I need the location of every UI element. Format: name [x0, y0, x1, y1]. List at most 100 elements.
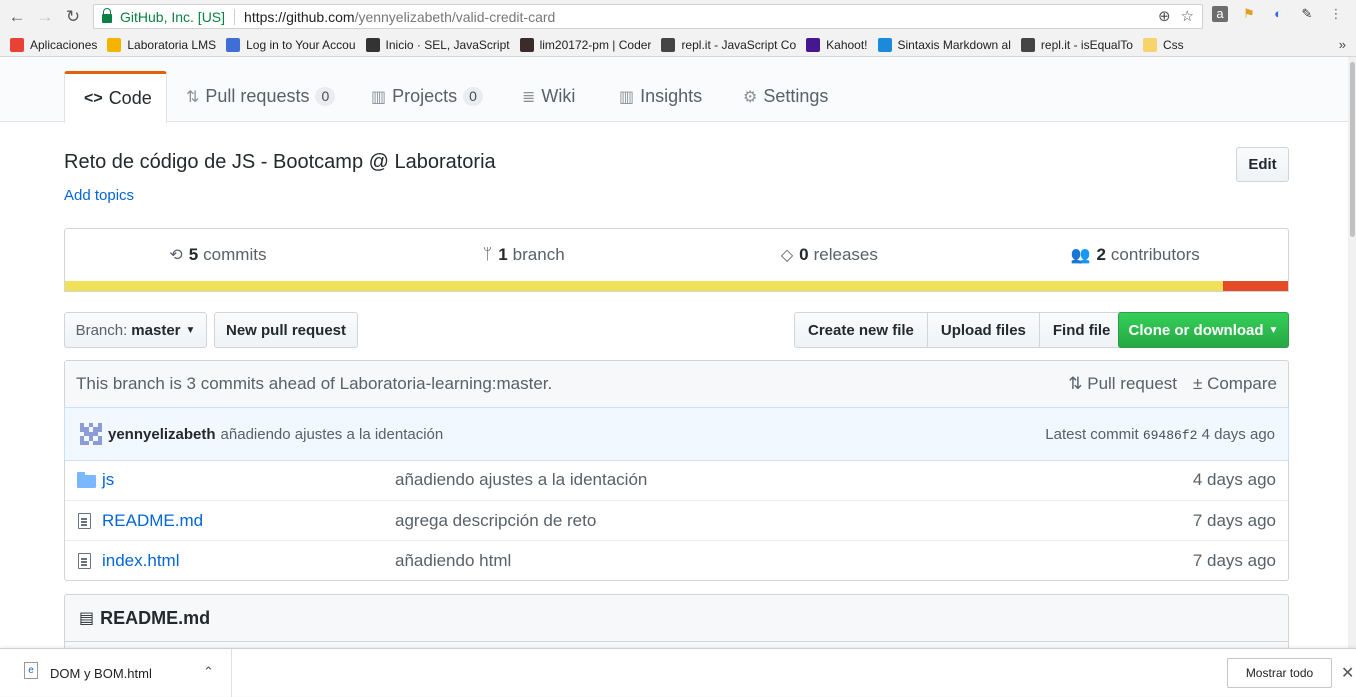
language-segment[interactable] [1223, 281, 1288, 291]
create-new-file-button[interactable]: Create new file [795, 313, 927, 347]
bookmark-item[interactable]: Log in to Your Accou [226, 37, 356, 52]
url-path: /yennyelizabeth/valid-credit-card [354, 8, 556, 25]
bookmark-label: Log in to Your Accou [246, 37, 356, 52]
compare-link[interactable]: ± Compare [1193, 374, 1277, 394]
forward-icon[interactable]: → [34, 6, 56, 28]
bookmark-item[interactable]: repl.it - JavaScript Co [661, 37, 797, 52]
favicon-icon [107, 37, 122, 52]
tab-projects[interactable]: ▥ Projects 0 [352, 71, 502, 122]
clone-or-download-button[interactable]: Clone or download ▼ [1118, 312, 1289, 348]
bookmark-item[interactable]: Laboratoria LMS [107, 37, 217, 52]
address-bar[interactable]: GitHub, Inc. [US] https://github.com/yen… [93, 4, 1203, 29]
latest-commit-info: Latest commit 69486f2 4 days ago [1045, 426, 1275, 443]
favicon-icon [1142, 37, 1157, 52]
scrollbar-thumb[interactable] [1350, 62, 1355, 237]
find-file-button[interactable]: Find file [1038, 313, 1124, 347]
tab-settings[interactable]: ⚙ Settings [724, 71, 847, 122]
caret-down-icon: ▼ [185, 324, 196, 336]
tab-pull-requests[interactable]: ⇅ Pull requests 0 [167, 71, 354, 122]
close-icon[interactable]: ✕ [1341, 663, 1354, 683]
tab-wiki-label: Wiki [541, 86, 576, 106]
branch-status-bar: This branch is 3 commits ahead of Labora… [64, 360, 1289, 408]
zoom-icon[interactable]: ⊕ [1158, 7, 1171, 25]
commit-message[interactable]: añadiendo ajustes a la identación [221, 426, 444, 443]
back-icon[interactable]: ← [6, 6, 28, 28]
clone-label: Clone or download [1128, 321, 1264, 339]
avatar[interactable] [80, 423, 102, 445]
bookmark-item[interactable]: repl.it - isEqualTo [1020, 37, 1133, 52]
file-name[interactable]: index.html [102, 551, 179, 571]
tab-insights[interactable]: ▥ Insights [600, 71, 721, 122]
tab-code-label: Code [108, 88, 152, 108]
pull-request-icon: ⇅ [186, 88, 200, 106]
commit-sha[interactable]: 69486f2 [1143, 428, 1198, 443]
favicon-icon [661, 37, 676, 52]
file-commit-message[interactable]: añadiendo html [395, 551, 511, 571]
show-all-button[interactable]: Mostrar todo [1227, 658, 1332, 688]
commits-link[interactable]: ⟲ 5 commits [65, 229, 371, 281]
language-segment[interactable] [65, 281, 1224, 291]
file-name[interactable]: js [102, 470, 114, 490]
html-file-icon: e [24, 661, 38, 679]
file-icon [78, 553, 91, 569]
bookmark-item[interactable]: Css [1142, 37, 1184, 52]
extension-swirl-icon[interactable]: ◐ [1270, 6, 1286, 22]
contributors-count: 2 [1096, 245, 1106, 264]
pull-requests-count: 0 [315, 87, 336, 106]
file-name[interactable]: README.md [102, 511, 203, 531]
bookmark-item[interactable]: Aplicaciones [10, 37, 97, 52]
extensions: a ⚑ ◐ ✎ ⋮ [1212, 6, 1344, 22]
add-topics-link[interactable]: Add topics [64, 187, 134, 204]
tab-wiki[interactable]: ≣ Wiki [503, 71, 594, 122]
menu-icon[interactable]: ⋮ [1328, 6, 1344, 22]
edit-button[interactable]: Edit [1236, 147, 1289, 182]
chevron-up-icon[interactable]: ⌃ [203, 664, 214, 680]
contributors-link[interactable]: 👥 2 contributors [982, 229, 1288, 281]
browser-toolbar: ← → ↻ GitHub, Inc. [US] https://github.c… [0, 0, 1356, 33]
extension-flag-icon[interactable]: ⚑ [1241, 6, 1257, 22]
folder-icon [77, 472, 96, 488]
bookmarks-bar: Aplicaciones Laboratoria LMS Log in to You… [0, 33, 1356, 57]
bookmark-label: Sintaxis Markdown al [897, 37, 1011, 52]
url-host: https://github.com [244, 8, 355, 25]
favicon-icon [226, 37, 241, 52]
branch-select-button[interactable]: Branch: master ▼ [64, 312, 207, 348]
new-pull-request-button[interactable]: New pull request [214, 312, 358, 348]
tab-insights-label: Insights [640, 86, 703, 106]
tag-icon: ◇ [780, 247, 794, 264]
contributors-label: contributors [1110, 245, 1200, 264]
branches-link[interactable]: ᛘ 1 branch [371, 229, 677, 281]
bookmark-item[interactable]: lim20172-pm | Coder [519, 37, 652, 52]
commits-count: 5 [188, 245, 199, 264]
bookmark-item[interactable]: Sintaxis Markdown al [877, 37, 1011, 52]
bookmarks-overflow-icon[interactable]: » [1339, 37, 1346, 52]
repo-nav: <> Code ⇅ Pull requests 0 ▥ Projects 0 ≣… [0, 57, 1356, 123]
extension-pen-icon[interactable]: ✎ [1299, 6, 1315, 22]
releases-link[interactable]: ◇ 0 releases [677, 229, 983, 281]
download-item[interactable]: e DOM y BOM.html ⌃ [0, 649, 232, 697]
file-age: 4 days ago [1192, 470, 1276, 489]
file-commit-message[interactable]: añadiendo ajustes a la identación [395, 470, 647, 490]
repo-summary: ⟲ 5 commits ᛘ 1 branch ◇ 0 releases 👥 2 … [64, 228, 1289, 281]
pull-request-link[interactable]: ⇅ Pull request [1068, 374, 1177, 394]
file-list: js añadiendo ajustes a la identación 4 d… [64, 460, 1289, 581]
code-icon: <> [84, 89, 103, 107]
bookmark-label: repl.it - JavaScript Co [681, 37, 797, 52]
commit-author[interactable]: yennyelizabeth [108, 426, 216, 443]
extension-bag-icon[interactable]: a [1212, 6, 1228, 22]
reload-icon[interactable]: ↻ [62, 6, 84, 28]
branch-icon: ᛘ [482, 246, 493, 263]
table-row: README.md agrega descripción de reto 7 d… [65, 500, 1288, 540]
security-label: GitHub, Inc. [US] [120, 8, 226, 25]
bookmark-label: Laboratoria LMS [127, 37, 217, 52]
bookmark-label: lim20172-pm | Coder [539, 37, 652, 52]
bookmark-item[interactable]: Inicio · SEL, JavaScript [365, 37, 510, 52]
tab-projects-label: Projects [392, 86, 458, 106]
bookmark-item[interactable]: Kahoot! [806, 37, 868, 52]
bookmark-star-icon[interactable]: ☆ [1181, 7, 1194, 25]
file-commit-message[interactable]: agrega descripción de reto [395, 511, 596, 531]
diff-icon: ± [1193, 374, 1208, 393]
tab-code[interactable]: <> Code [64, 71, 167, 123]
language-bar[interactable] [64, 281, 1289, 292]
upload-files-button[interactable]: Upload files [926, 313, 1039, 347]
